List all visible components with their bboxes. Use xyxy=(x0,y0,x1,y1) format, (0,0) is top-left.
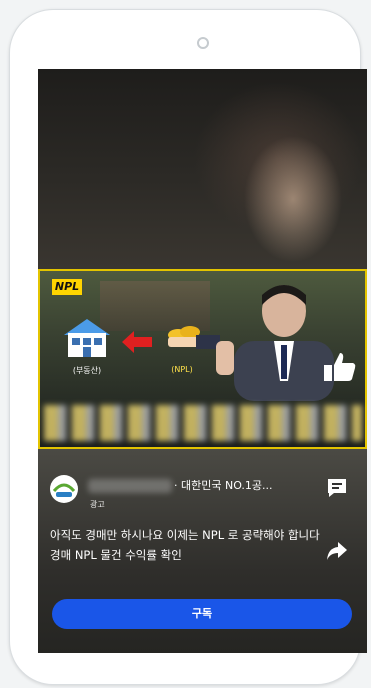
ad-label: 광고 xyxy=(90,500,105,509)
house-label: (부동산) xyxy=(72,366,102,375)
phone-frame: NPL (부동산) (NPL) · 대한민국 NO.1공... 광고 아직도 경… xyxy=(9,9,367,685)
phone-screen: NPL (부동산) (NPL) · 대한민국 NO.1공... 광고 아직도 경… xyxy=(38,69,367,653)
comment-icon[interactable] xyxy=(326,477,348,499)
camera-icon xyxy=(197,37,209,49)
npl-label: (NPL) xyxy=(171,365,193,374)
channel-avatar[interactable] xyxy=(50,475,78,503)
ad-info-panel: · 대한민국 NO.1공... 광고 아직도 경매만 하시나요 이제는 NPL … xyxy=(38,449,367,653)
blurred-channel-name xyxy=(88,479,172,493)
ad-description: 아직도 경매만 하시나요 이제는 NPL 로 공략해야 합니다 경매 NPL 물… xyxy=(50,528,320,562)
presenter-image xyxy=(216,285,334,401)
share-icon[interactable] xyxy=(326,541,348,561)
blurred-caption-text xyxy=(44,405,362,441)
npl-badge: NPL xyxy=(52,279,82,295)
thumbs-up-icon xyxy=(324,353,356,381)
arrow-left-icon xyxy=(122,331,152,353)
subscribe-button[interactable]: 구독 xyxy=(52,599,352,629)
channel-name[interactable]: · 대한민국 NO.1공... xyxy=(174,477,314,493)
ad-thumbnail[interactable]: NPL (부동산) (NPL) xyxy=(38,269,367,449)
house-icon xyxy=(64,319,110,357)
blurred-video-preview[interactable] xyxy=(38,69,367,269)
